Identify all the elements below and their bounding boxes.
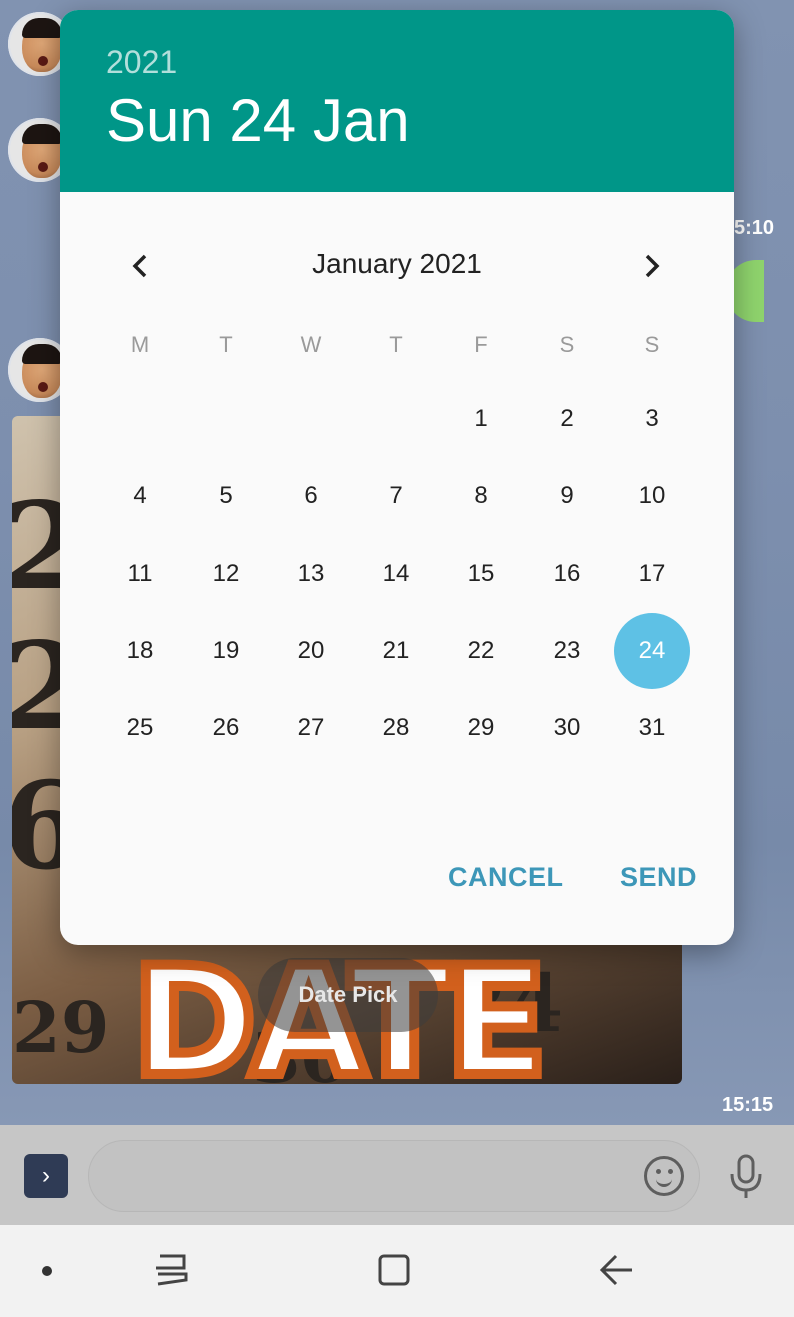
calendar-day[interactable]: 22 <box>443 613 519 689</box>
calendar-day[interactable]: 13 <box>273 536 349 612</box>
calendar-day[interactable]: 31 <box>614 690 690 766</box>
calendar-day[interactable]: 17 <box>614 536 690 612</box>
microphone-icon[interactable] <box>726 1154 766 1200</box>
calendar-day[interactable]: 16 <box>529 536 605 612</box>
calendar-day[interactable]: 20 <box>273 613 349 689</box>
calendar-day[interactable]: 29 <box>443 690 519 766</box>
date-picker-dialog: 2021 Sun 24 Jan January 2021 MTWTFSS 123… <box>60 10 734 945</box>
calendar-day[interactable]: 5 <box>188 458 264 534</box>
dot-icon[interactable] <box>42 1266 52 1276</box>
home-icon[interactable] <box>376 1252 412 1288</box>
calendar-day[interactable]: 10 <box>614 458 690 534</box>
calendar-day[interactable]: 8 <box>443 458 519 534</box>
calendar-day[interactable]: 4 <box>102 458 178 534</box>
send-button[interactable]: SEND <box>620 862 697 893</box>
calendar-day[interactable]: 23 <box>529 613 605 689</box>
weekday-label: S <box>559 332 575 357</box>
calendar-day[interactable]: 9 <box>529 458 605 534</box>
calendar-day[interactable]: 30 <box>529 690 605 766</box>
image-number: 29 <box>12 986 110 1069</box>
message-input[interactable] <box>88 1140 700 1212</box>
calendar-day[interactable]: 27 <box>273 690 349 766</box>
image-caption: Date Pick <box>258 958 438 1032</box>
selected-day[interactable]: 24 <box>614 613 690 689</box>
calendar-day[interactable]: 3 <box>614 381 690 457</box>
calendar-day[interactable]: 15 <box>443 536 519 612</box>
message-time: 5:10 <box>734 217 775 239</box>
chevron-right-icon[interactable]: › <box>24 1154 68 1198</box>
calendar-day[interactable]: 18 <box>102 613 178 689</box>
calendar-day[interactable]: 25 <box>102 690 178 766</box>
weekday-label: S <box>644 332 660 357</box>
smiley-icon[interactable] <box>644 1156 684 1196</box>
calendar-day[interactable]: 1 <box>443 381 519 457</box>
weekday-label: M <box>130 332 150 357</box>
header-year[interactable]: 2021 <box>106 44 177 81</box>
weekday-label: W <box>300 332 322 357</box>
calendar-day[interactable]: 21 <box>358 613 434 689</box>
header-date[interactable]: Sun 24 Jan <box>106 86 410 155</box>
calendar-day[interactable]: 26 <box>188 690 264 766</box>
weekday-label: F <box>474 332 488 357</box>
calendar-day[interactable]: 2 <box>529 381 605 457</box>
back-icon[interactable] <box>596 1250 636 1290</box>
message-time: 15:15 <box>722 1094 774 1116</box>
weekday-label: T <box>389 332 403 357</box>
recents-icon[interactable] <box>150 1250 192 1290</box>
calendar-day[interactable]: 11 <box>102 536 178 612</box>
month-navigation: January 2021 <box>60 238 734 298</box>
dialog-header: 2021 Sun 24 Jan <box>60 10 734 192</box>
chevron-right-icon[interactable] <box>624 238 680 294</box>
calendar-day[interactable]: 14 <box>358 536 434 612</box>
calendar-day[interactable]: 7 <box>358 458 434 534</box>
calendar-day[interactable]: 28 <box>358 690 434 766</box>
calendar-day[interactable]: 6 <box>273 458 349 534</box>
weekday-label: T <box>219 332 233 357</box>
calendar-day[interactable]: 12 <box>188 536 264 612</box>
calendar-day[interactable]: 19 <box>188 613 264 689</box>
cancel-button[interactable]: CANCEL <box>448 862 564 893</box>
